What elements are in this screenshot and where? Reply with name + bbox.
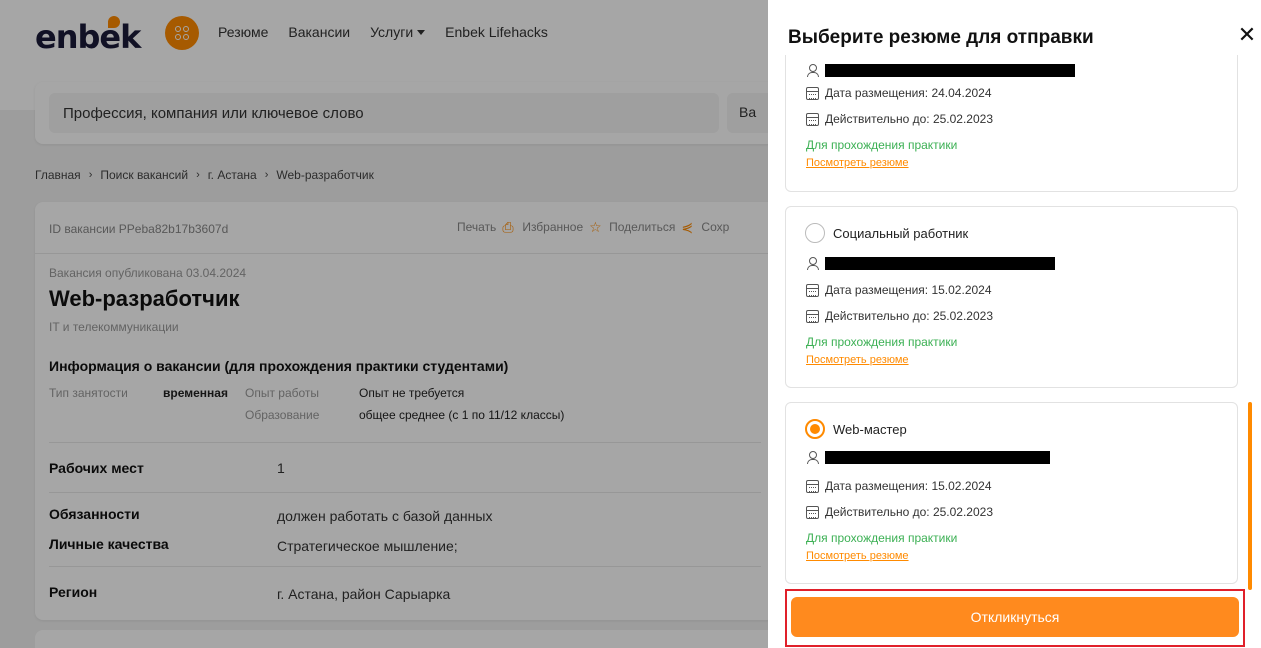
resume-valid: Действительно до: 25.02.2023	[806, 112, 993, 126]
respond-highlight: Откликнуться	[785, 589, 1245, 647]
calendar-icon	[806, 112, 819, 126]
resume-owner	[806, 451, 1050, 464]
calendar-icon	[806, 86, 819, 100]
resume-practice-tag: Для прохождения практики	[806, 138, 958, 152]
resume-list: Дата размещения: 24.04.2024 Действительн…	[768, 55, 1261, 590]
close-icon[interactable]: ✕	[1236, 24, 1258, 46]
calendar-icon	[806, 283, 819, 297]
resume-title-row: Web-мастер	[805, 419, 907, 439]
resume-card-selected[interactable]: Web-мастер Дата размещения: 15.02.2024 Д…	[785, 402, 1238, 584]
resume-valid-text: Действительно до: 25.02.2023	[825, 112, 994, 126]
resume-posted: Дата размещения: 24.04.2024	[806, 86, 992, 100]
resume-owner	[806, 64, 1075, 77]
redacted-name	[825, 64, 1075, 77]
resume-radio-checked[interactable]	[805, 419, 825, 439]
resume-valid: Действительно до: 25.02.2023	[806, 505, 993, 519]
resume-card[interactable]: Социальный работник Дата размещения: 15.…	[785, 206, 1238, 388]
view-resume-link[interactable]: Посмотреть резюме	[806, 550, 909, 562]
resume-posted: Дата размещения: 15.02.2024	[806, 283, 992, 297]
resume-title: Социальный работник	[833, 225, 969, 241]
view-resume-link[interactable]: Посмотреть резюме	[806, 354, 909, 366]
modal-overlay[interactable]	[0, 0, 768, 648]
resume-valid: Действительно до: 25.02.2023	[806, 309, 993, 323]
resume-title-row: Социальный работник	[805, 223, 968, 243]
resume-posted-text: Дата размещения: 15.02.2024	[825, 479, 992, 493]
resume-practice-tag: Для прохождения практики	[806, 335, 958, 349]
resume-practice-tag: Для прохождения практики	[806, 531, 958, 545]
resume-valid-text: Действительно до: 25.02.2023	[825, 505, 994, 519]
user-icon	[806, 257, 819, 270]
panel-title: Выберите резюме для отправки	[788, 27, 1094, 48]
scrollbar-thumb[interactable]	[1248, 402, 1252, 590]
view-resume-link[interactable]: Посмотреть резюме	[806, 157, 909, 169]
resume-card[interactable]: Дата размещения: 24.04.2024 Действительн…	[785, 55, 1238, 192]
calendar-icon	[806, 479, 819, 493]
user-icon	[806, 451, 819, 464]
resume-select-panel: Выберите резюме для отправки ✕ Дата разм…	[768, 0, 1261, 648]
respond-button[interactable]: Откликнуться	[791, 597, 1239, 637]
resume-radio[interactable]	[805, 223, 825, 243]
resume-posted-text: Дата размещения: 15.02.2024	[825, 283, 992, 297]
redacted-name	[825, 451, 1050, 464]
redacted-name	[825, 257, 1055, 270]
resume-posted-text: Дата размещения: 24.04.2024	[825, 86, 992, 100]
resume-valid-text: Действительно до: 25.02.2023	[825, 309, 994, 323]
calendar-icon	[806, 505, 819, 519]
calendar-icon	[806, 309, 819, 323]
resume-owner	[806, 257, 1055, 270]
resume-title: Web-мастер	[833, 421, 907, 437]
resume-posted: Дата размещения: 15.02.2024	[806, 479, 992, 493]
user-icon	[806, 64, 819, 77]
